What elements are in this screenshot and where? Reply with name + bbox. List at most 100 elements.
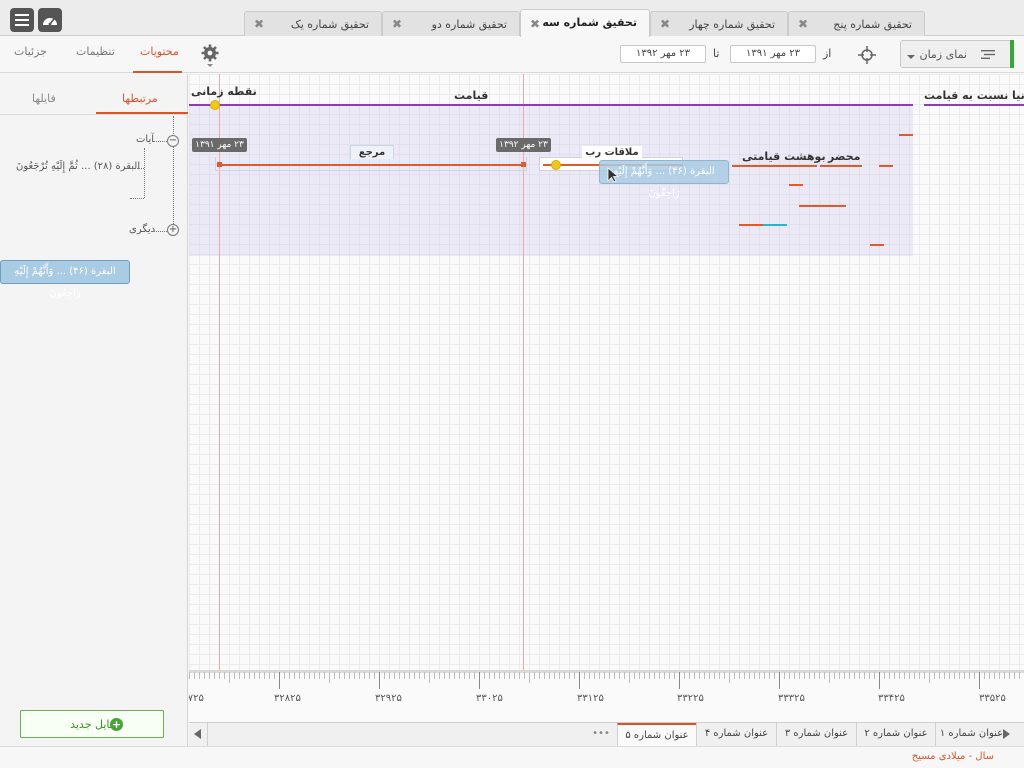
tab-research-3[interactable]: تحقیق شماره سه ✖ [520, 9, 650, 37]
resurrection-label: قیامت [454, 89, 489, 102]
ruler-tick-label: ۳۲۷۲۵ [189, 693, 204, 704]
range-band [189, 104, 913, 256]
tab-label: تحقیق شماره یک [290, 18, 369, 31]
tab-research-2[interactable]: تحقیق شماره دو ✖ [382, 11, 520, 36]
view-mode-label: نمای زمان [919, 48, 967, 61]
presence-segment[interactable] [820, 165, 862, 167]
time-point-marker[interactable] [210, 100, 220, 110]
tab-research-1[interactable]: تحقیق شماره یک ✖ [244, 11, 382, 36]
view-mode-select[interactable]: نمای زمان [900, 40, 1012, 68]
reference-segment[interactable] [219, 164, 523, 166]
cursor-icon [607, 167, 620, 183]
new-file-label: فایل جدید [70, 718, 115, 731]
paradise-label: بوهشت قیامتی [742, 150, 826, 163]
close-icon[interactable]: ✖ [392, 17, 402, 31]
ruler-tick-label: ۳۲۸۲۵ [274, 693, 301, 704]
ruler-tick-label: ۳۳۵۲۵ [979, 693, 1006, 704]
locate-button[interactable] [856, 44, 878, 66]
tab-label: تحقیق شماره سه [542, 16, 637, 29]
tree-connector [153, 141, 167, 142]
bottom-tab-2[interactable]: عنوان شماره ۲ [856, 723, 935, 746]
to-label: تا [713, 47, 720, 60]
left-panel: مرتبطها فایلها − آیات البقرة (۲۸) ... ثُ… [0, 74, 188, 746]
bottom-tab-3[interactable]: عنوان شماره ۳ [776, 723, 856, 746]
tree-node-verse-28[interactable]: البقرة (۲۸) ... ثُمَّ إِلَيْهِ تُرْجَعُو… [16, 161, 140, 172]
resurrection-bar[interactable] [189, 104, 913, 106]
timeline-canvas[interactable]: نقطه زمانی قیامت در دنیا نسبت به قیامت ۲… [189, 74, 1024, 670]
tab-contents[interactable]: محتویات [140, 45, 179, 58]
tree-connector [152, 231, 167, 232]
ruler-tick-label: ۳۳۳۲۵ [778, 693, 805, 704]
segment-start-handle[interactable] [217, 162, 222, 167]
tab-label: تحقیق شماره پنج [833, 18, 912, 31]
settings-button[interactable] [200, 43, 220, 69]
world-vs-resurrection-bar[interactable] [924, 104, 1024, 106]
event-segment[interactable] [899, 134, 913, 136]
close-icon[interactable]: ✖ [530, 17, 540, 31]
active-tab-underline [133, 71, 182, 73]
gear-icon [201, 44, 219, 67]
tree-connector [173, 116, 174, 232]
tree-node-verses[interactable]: آیات [136, 134, 154, 145]
tree-node-other[interactable]: دیگری [129, 224, 155, 235]
ruler-tick-label: ۳۳۴۲۵ [878, 693, 905, 704]
meeting-lord-label: ملاقات رب [582, 146, 642, 160]
tab-settings[interactable]: تنظیمات [76, 45, 115, 58]
close-icon[interactable]: ✖ [660, 17, 670, 31]
close-icon[interactable]: ✖ [254, 17, 264, 31]
expand-icon[interactable]: + [167, 224, 179, 236]
menu-button[interactable] [10, 8, 34, 32]
tab-files[interactable]: فایلها [32, 92, 56, 105]
scroll-left-icon[interactable] [194, 729, 201, 739]
chevron-down-icon [907, 55, 915, 59]
tree-connector [127, 168, 144, 169]
tab-label: تحقیق شماره دو [431, 18, 507, 31]
world-vs-resurrection-label: در دنیا نسبت به قیامت [924, 89, 1024, 102]
tab-research-4[interactable]: تحقیق شماره چهار ✖ [650, 11, 788, 36]
bottom-tab-5[interactable]: عنوان شماره ۵ [617, 723, 696, 746]
ruler-ticks [189, 671, 1024, 689]
bottom-tab-1[interactable]: عنوان شماره ۱ [935, 723, 1007, 746]
dashboard-button[interactable] [38, 8, 62, 32]
divider [0, 114, 188, 115]
event-segment[interactable] [789, 184, 803, 186]
scroll-right-icon[interactable] [1003, 729, 1010, 739]
from-label: از [823, 47, 832, 60]
event-segment[interactable] [799, 205, 846, 207]
close-icon[interactable]: ✖ [798, 17, 808, 31]
end-date-badge: ۲۳ مهر ۱۳۹۲ [496, 138, 551, 152]
paradise-segment[interactable] [732, 165, 817, 167]
from-date-field[interactable]: ۲۳ مهر ۱۳۹۱ [730, 45, 816, 63]
event-segment[interactable] [879, 165, 893, 167]
toolbar: محتویات تنظیمات جزئیات ۲۳ مهر ۱۳۹۲ تا ۲۳… [0, 37, 1024, 73]
tab-details[interactable]: جزئیات [14, 45, 47, 58]
status-bar: سال - میلادی مسیح [0, 746, 1024, 768]
ruler-tick-label: ۳۳۰۲۵ [476, 693, 503, 704]
crosshair-icon [858, 46, 876, 64]
tree-connector [130, 198, 144, 199]
tree-node-verse-46-selected[interactable]: البقرة (۴۶) ... وَأَنَّهُمْ إِلَيْهِ رَا… [0, 260, 130, 299]
segment-end-handle[interactable] [521, 162, 526, 167]
time-point-label: نقطه زمانی [191, 85, 257, 98]
to-date-field[interactable]: ۲۳ مهر ۱۳۹۲ [620, 45, 706, 63]
ruler-tick-label: ۳۳۱۲۵ [577, 693, 604, 704]
tab-label: تحقیق شماره چهار [689, 18, 775, 31]
time-unit-label[interactable]: سال - میلادی مسیح [912, 751, 994, 762]
ruler-tick-label: ۳۲۹۲۵ [375, 693, 402, 704]
view-mode-accent [1010, 40, 1014, 68]
bottom-tab-4[interactable]: عنوان شماره ۴ [696, 723, 776, 746]
time-ruler[interactable]: ۳۲۷۲۵ ۳۲۸۲۵ ۳۲۹۲۵ ۳۳۰۲۵ ۳۳۱۲۵ ۳۳۲۲۵ ۳۳۳۲… [189, 670, 1024, 722]
gauge-icon [43, 18, 57, 26]
meeting-lord-marker[interactable] [551, 160, 561, 170]
collapse-icon[interactable]: − [167, 135, 179, 147]
new-file-button[interactable]: فایل جدید + [20, 710, 164, 738]
more-tabs-button[interactable]: ••• [586, 723, 616, 746]
event-segment[interactable] [870, 244, 884, 246]
plus-icon: + [110, 718, 123, 731]
event-segment[interactable] [739, 224, 763, 226]
event-segment[interactable] [763, 224, 787, 226]
tab-research-5[interactable]: تحقیق شماره پنج ✖ [788, 11, 925, 36]
tab-related[interactable]: مرتبطها [122, 92, 158, 105]
start-date-badge: ۲۳ مهر ۱۳۹۱ [192, 138, 247, 152]
timeline-view-icon [981, 50, 995, 59]
